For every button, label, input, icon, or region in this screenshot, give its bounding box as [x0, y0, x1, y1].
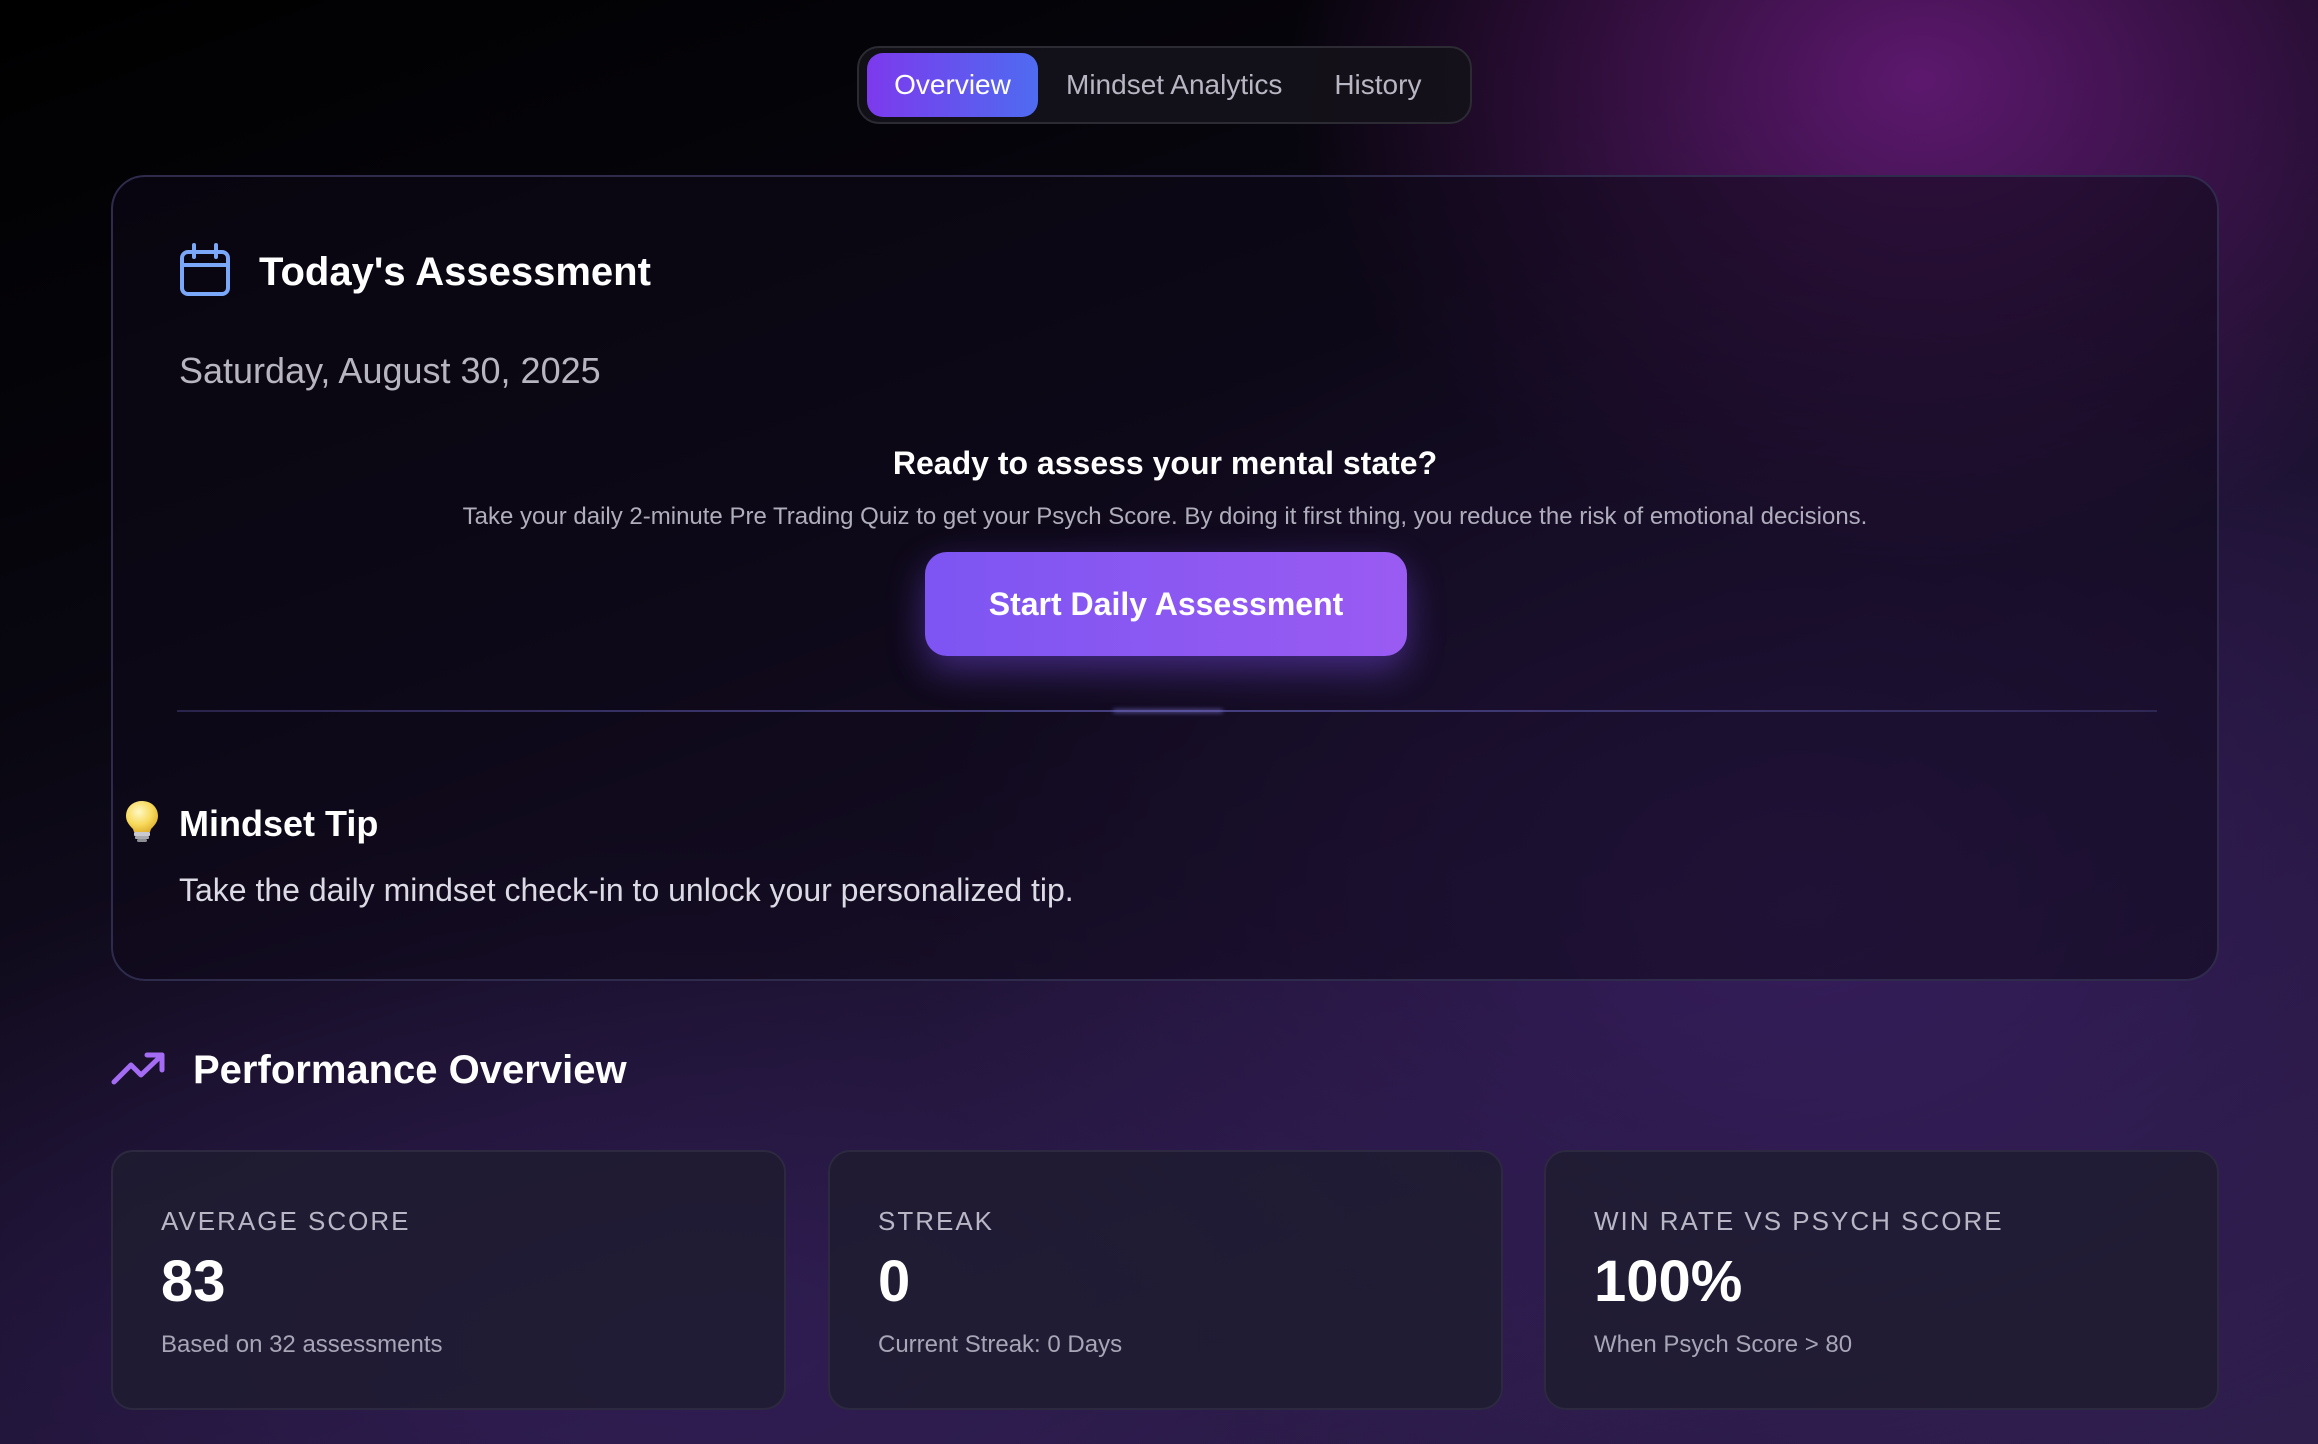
trending-up-icon — [111, 1050, 167, 1091]
performance-title: Performance Overview — [193, 1048, 627, 1092]
performance-header: Performance Overview — [111, 1048, 627, 1093]
stat-card-average-score: AVERAGE SCORE 83 Based on 32 assessments — [111, 1150, 786, 1410]
assessment-card: Today's Assessment Saturday, August 30, … — [111, 175, 2219, 981]
stat-value: 83 — [161, 1249, 226, 1314]
stat-card-streak: STREAK 0 Current Streak: 0 Days — [828, 1150, 1503, 1410]
assessment-header: Today's Assessment — [179, 243, 651, 302]
assessment-prompt-text: Take your daily 2-minute Pre Trading Qui… — [462, 503, 1868, 530]
lightbulb-icon — [123, 799, 161, 848]
mindset-tip-header: Mindset Tip — [123, 799, 378, 848]
divider-glow — [1113, 709, 1223, 713]
calendar-icon — [179, 243, 231, 302]
stat-card-win-rate: WIN RATE VS PSYCH SCORE 100% When Psych … — [1544, 1150, 2219, 1410]
stat-subtext: When Psych Score > 80 — [1594, 1331, 1853, 1358]
mindset-tip-text: Take the daily mindset check-in to unloc… — [179, 872, 1074, 908]
start-daily-assessment-button[interactable]: Start Daily Assessment — [925, 552, 1407, 656]
stat-label: STREAK — [878, 1206, 995, 1236]
assessment-date: Saturday, August 30, 2025 — [179, 350, 601, 391]
tab-history[interactable]: History — [1310, 53, 1445, 117]
tab-mindset-analytics[interactable]: Mindset Analytics — [1042, 53, 1306, 117]
stat-label: AVERAGE SCORE — [161, 1206, 411, 1236]
stat-value: 100% — [1594, 1249, 1743, 1314]
stat-value: 0 — [878, 1249, 911, 1314]
stat-subtext: Current Streak: 0 Days — [878, 1331, 1123, 1358]
stat-subtext: Based on 32 assessments — [161, 1331, 443, 1358]
assessment-prompt-heading: Ready to assess your mental state? — [892, 445, 1438, 481]
view-tabs: Overview Mindset Analytics History — [857, 46, 1472, 124]
tab-overview[interactable]: Overview — [867, 53, 1038, 117]
assessment-title: Today's Assessment — [259, 250, 651, 294]
stat-label: WIN RATE VS PSYCH SCORE — [1594, 1206, 2004, 1236]
mindset-tip-title: Mindset Tip — [179, 802, 379, 844]
